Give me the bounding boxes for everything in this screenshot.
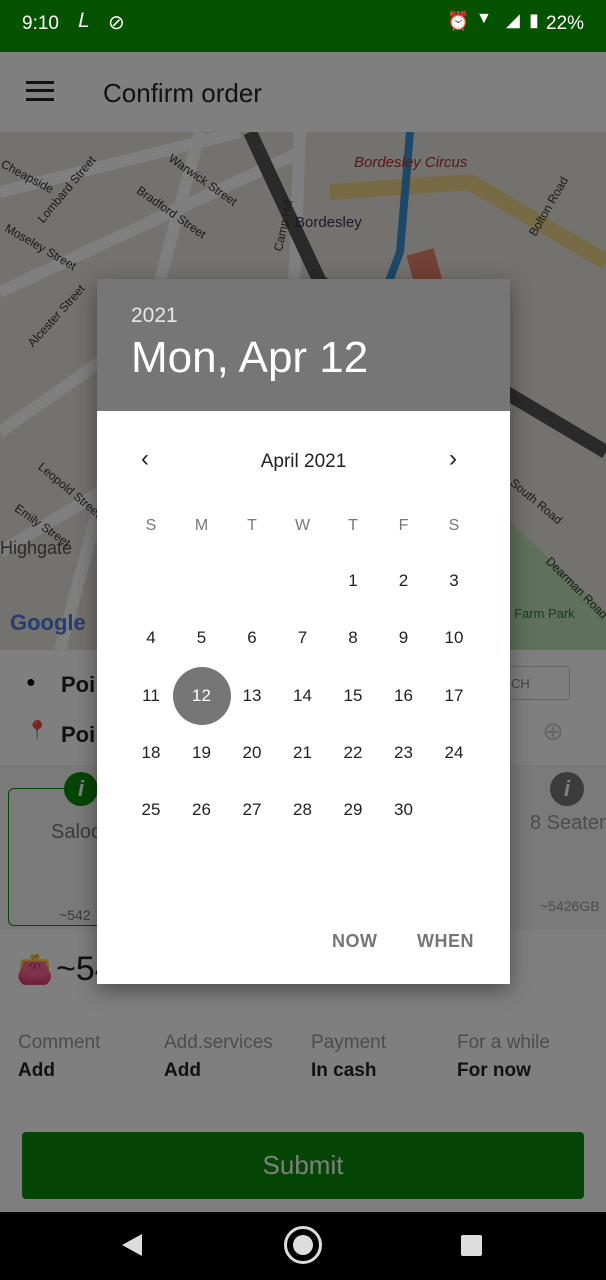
calendar-day[interactable]: 17 <box>429 671 479 721</box>
calendar-day[interactable]: 10 <box>429 613 479 663</box>
calendar-day-selected[interactable]: 12 <box>172 666 231 725</box>
selected-year[interactable]: 2021 <box>131 304 178 328</box>
calendar-day[interactable]: 19 <box>177 728 227 778</box>
battery-charging-icon: ▮ <box>529 10 539 30</box>
when-button[interactable]: WHEN <box>417 931 474 952</box>
calendar-day[interactable]: 18 <box>126 728 176 778</box>
calendar-day[interactable]: 30 <box>379 785 429 835</box>
calendar-day[interactable]: 28 <box>278 785 328 835</box>
calendar-day[interactable]: 11 <box>126 671 176 721</box>
calendar-day[interactable]: 9 <box>379 613 429 663</box>
clock: 9:10 <box>22 13 59 34</box>
calendar-day[interactable]: 24 <box>429 728 479 778</box>
calendar-day[interactable]: 16 <box>379 671 429 721</box>
signal-icon: ◢ <box>506 10 520 30</box>
chevron-right-icon[interactable]: › <box>449 445 457 473</box>
calendar-day[interactable]: 21 <box>278 728 328 778</box>
calendar-day[interactable]: 22 <box>328 728 378 778</box>
location-off-icon: ⊘ <box>108 12 125 34</box>
status-bar: 9:10 𝐿 ⊘ ⏰ ▼ ◢ ▮ 22% <box>0 0 606 52</box>
alarm-icon: ⏰ <box>447 11 470 31</box>
home-icon[interactable] <box>284 1226 322 1264</box>
calendar-day[interactable]: 1 <box>328 556 378 606</box>
calendar-day[interactable]: 4 <box>126 613 176 663</box>
calendar-day[interactable]: 13 <box>227 671 277 721</box>
weekday-label: T <box>247 517 257 534</box>
calendar-day[interactable]: 25 <box>126 785 176 835</box>
weekday-label: F <box>398 517 409 534</box>
route-icon: 𝐿 <box>78 10 90 32</box>
calendar-day[interactable]: 15 <box>328 671 378 721</box>
calendar-day[interactable]: 26 <box>177 785 227 835</box>
date-picker-dialog: 2021 Mon, Apr 12 ‹ April 2021 › SMTWTFS1… <box>97 279 510 984</box>
calendar-day[interactable]: 27 <box>227 785 277 835</box>
calendar-day[interactable]: 7 <box>278 613 328 663</box>
weekday-label: T <box>348 517 358 534</box>
calendar-day[interactable]: 8 <box>328 613 378 663</box>
calendar-day[interactable]: 6 <box>227 613 277 663</box>
recents-icon[interactable] <box>461 1235 482 1256</box>
now-button[interactable]: NOW <box>332 931 378 952</box>
calendar-day[interactable]: 23 <box>379 728 429 778</box>
calendar-day[interactable]: 5 <box>177 613 227 663</box>
weekday-label: W <box>294 517 311 534</box>
calendar-day[interactable]: 14 <box>278 671 328 721</box>
battery-level: 22% <box>546 13 585 34</box>
date-picker-header: 2021 Mon, Apr 12 <box>97 279 510 411</box>
calendar-day[interactable]: 29 <box>328 785 378 835</box>
weekday-label: S <box>448 517 460 534</box>
calendar-day[interactable]: 3 <box>429 556 479 606</box>
calendar-day[interactable]: 20 <box>227 728 277 778</box>
back-icon[interactable] <box>122 1234 142 1256</box>
weekday-label: M <box>194 517 209 534</box>
wifi-icon: ▼ <box>476 10 492 27</box>
weekday-label: S <box>145 517 157 534</box>
navigation-bar <box>0 1212 606 1280</box>
selected-date: Mon, Apr 12 <box>131 333 369 382</box>
calendar-day[interactable]: 2 <box>379 556 429 606</box>
